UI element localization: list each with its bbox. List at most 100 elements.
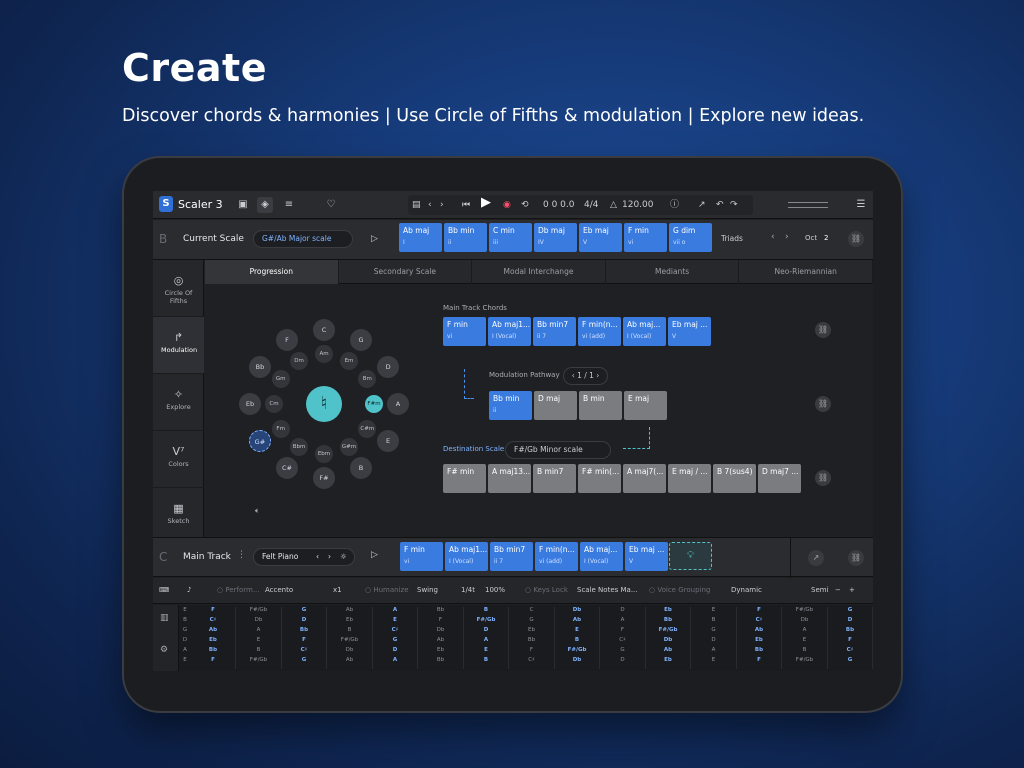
fret-note[interactable]: F: [203, 607, 223, 613]
heart-icon[interactable]: ♡: [323, 197, 339, 213]
fret-note[interactable]: Eb: [522, 627, 542, 633]
chord-chip[interactable]: B min7: [533, 464, 576, 493]
fret-note[interactable]: Ab: [749, 627, 769, 633]
fret-note[interactable]: A: [613, 617, 633, 623]
fret-note[interactable]: E: [567, 627, 587, 633]
chord-chip[interactable]: Ab maj1... I (Vocal): [488, 317, 531, 346]
add-chord-bulb-icon[interactable]: 💡︎: [669, 542, 712, 570]
chord-chip[interactable]: A maj13...: [488, 464, 531, 493]
chevron-left-icon[interactable]: ‹: [316, 549, 319, 565]
fret-note[interactable]: Db: [658, 637, 678, 643]
chord-chip[interactable]: F# min: [443, 464, 486, 493]
fret-note[interactable]: E: [704, 657, 724, 663]
metronome-icon[interactable]: △: [610, 198, 617, 212]
redo-icon[interactable]: ↷: [730, 198, 738, 212]
chord-chip[interactable]: Ab maj... I (Vocal): [623, 317, 666, 346]
menu-icon[interactable]: ☰: [853, 197, 869, 213]
chord-chip[interactable]: Bb min ii: [489, 391, 532, 420]
scale-play-icon[interactable]: ▷: [371, 232, 378, 246]
swing-division[interactable]: 1/4t: [461, 586, 475, 594]
circle-minor-fm[interactable]: Fm: [271, 420, 290, 438]
fret-note[interactable]: Bb: [522, 637, 542, 643]
fret-note[interactable]: Bb: [203, 647, 223, 653]
fret-note[interactable]: Bb: [431, 657, 451, 663]
circle-key-fsharp[interactable]: F#: [313, 467, 335, 489]
fret-note[interactable]: G: [522, 617, 542, 623]
circle-minor-am[interactable]: Am: [315, 345, 333, 363]
save-icon[interactable]: ▤: [412, 198, 421, 212]
fret-note[interactable]: Eb: [431, 647, 451, 653]
chevron-left-icon[interactable]: ‹: [771, 232, 775, 242]
fret-note[interactable]: Bb: [658, 617, 678, 623]
nav-item-colors[interactable]: V⁷ Colors: [153, 431, 204, 488]
play-icon[interactable]: ▶: [481, 196, 491, 210]
volume-slider[interactable]: [788, 202, 828, 208]
fret-note[interactable]: B: [795, 647, 815, 653]
fret-note[interactable]: Eb: [658, 657, 678, 663]
circle-key-csharp[interactable]: C#: [276, 457, 298, 480]
loop-icon[interactable]: ⟲: [521, 198, 529, 212]
fret-note[interactable]: E: [795, 637, 815, 643]
tab-mediants[interactable]: Mediants: [606, 260, 740, 284]
circle-key-c[interactable]: C: [313, 319, 335, 341]
speaker-icon[interactable]: 🔈︎: [255, 506, 260, 516]
chevron-right-icon[interactable]: ›: [785, 232, 789, 242]
next-arrow-icon[interactable]: ›: [440, 198, 444, 212]
fret-note[interactable]: F#/Gb: [658, 627, 678, 633]
fret-note[interactable]: Eb: [340, 617, 360, 623]
fret-note[interactable]: C♯: [613, 637, 633, 643]
fret-note[interactable]: E: [704, 607, 724, 613]
fret-note[interactable]: Db: [567, 607, 587, 613]
fret-note[interactable]: G: [840, 607, 860, 613]
fret-note[interactable]: E: [249, 637, 269, 643]
fret-note[interactable]: F#/Gb: [249, 607, 269, 613]
keys-lock-toggle[interactable]: ○ Keys Lock: [525, 586, 568, 594]
fret-note[interactable]: A: [795, 627, 815, 633]
circle-minor-gsharpm[interactable]: G#m: [340, 438, 358, 457]
chord-chip[interactable]: Bb min ii: [444, 223, 487, 252]
skip-back-icon[interactable]: ⏮: [462, 198, 470, 212]
octave-value[interactable]: 2: [824, 234, 828, 242]
plus-button[interactable]: +: [849, 586, 855, 594]
humanize-toggle[interactable]: ○ Humanize: [365, 586, 409, 594]
fret-note[interactable]: A: [704, 647, 724, 653]
fret-note[interactable]: A: [249, 627, 269, 633]
expand-icon[interactable]: ↗: [808, 550, 824, 566]
fret-note[interactable]: Ab: [431, 637, 451, 643]
perform-value[interactable]: Accento: [265, 586, 293, 594]
instrument-selector[interactable]: Felt Piano ‹ › ☼: [253, 548, 355, 566]
fret-note[interactable]: C♯: [840, 647, 860, 653]
circle-minor-cm[interactable]: Cm: [265, 395, 283, 413]
fret-note[interactable]: F: [749, 657, 769, 663]
chord-chip[interactable]: Bb min7 ii 7: [490, 542, 533, 571]
circle-key-a[interactable]: A: [387, 393, 409, 415]
fret-note[interactable]: F#/Gb: [567, 647, 587, 653]
perform-multiplier[interactable]: x1: [333, 586, 342, 594]
fret-note[interactable]: Db: [431, 627, 451, 633]
minus-button[interactable]: −: [835, 586, 841, 594]
chord-chip[interactable]: Ab maj... I (Vocal): [580, 542, 623, 571]
export-icon[interactable]: ↗: [698, 198, 706, 212]
track-play-icon[interactable]: ▷: [371, 550, 378, 560]
fret-note[interactable]: D: [476, 627, 496, 633]
fret-note[interactable]: Db: [340, 647, 360, 653]
circle-center-natural-icon[interactable]: ♮: [306, 386, 342, 422]
circle-minor-ebm[interactable]: Ebm: [315, 445, 333, 463]
circle-key-e[interactable]: E: [377, 430, 400, 452]
circle-minor-gm[interactable]: Gm: [271, 370, 290, 388]
chord-chip[interactable]: C min iii: [489, 223, 532, 252]
chord-chip[interactable]: B min: [579, 391, 622, 420]
circle-key-b[interactable]: B: [350, 457, 372, 480]
more-icon[interactable]: ⋮: [237, 550, 246, 560]
pathway-pager[interactable]: ‹ 1 / 1 ›: [563, 367, 608, 385]
nav-item-circle-of-fifths[interactable]: ◎ Circle Of Fifths: [153, 260, 204, 317]
circle-key-eb[interactable]: Eb: [239, 393, 261, 415]
fret-note[interactable]: G: [840, 657, 860, 663]
fret-note[interactable]: Ab: [567, 617, 587, 623]
fret-note[interactable]: Bb: [749, 647, 769, 653]
record-icon[interactable]: ◉: [503, 198, 511, 212]
guitar-icon[interactable]: ♪: [187, 586, 191, 594]
chord-chip[interactable]: A maj7(...: [623, 464, 666, 493]
fret-note[interactable]: F: [522, 647, 542, 653]
fret-note[interactable]: Ab: [340, 657, 360, 663]
